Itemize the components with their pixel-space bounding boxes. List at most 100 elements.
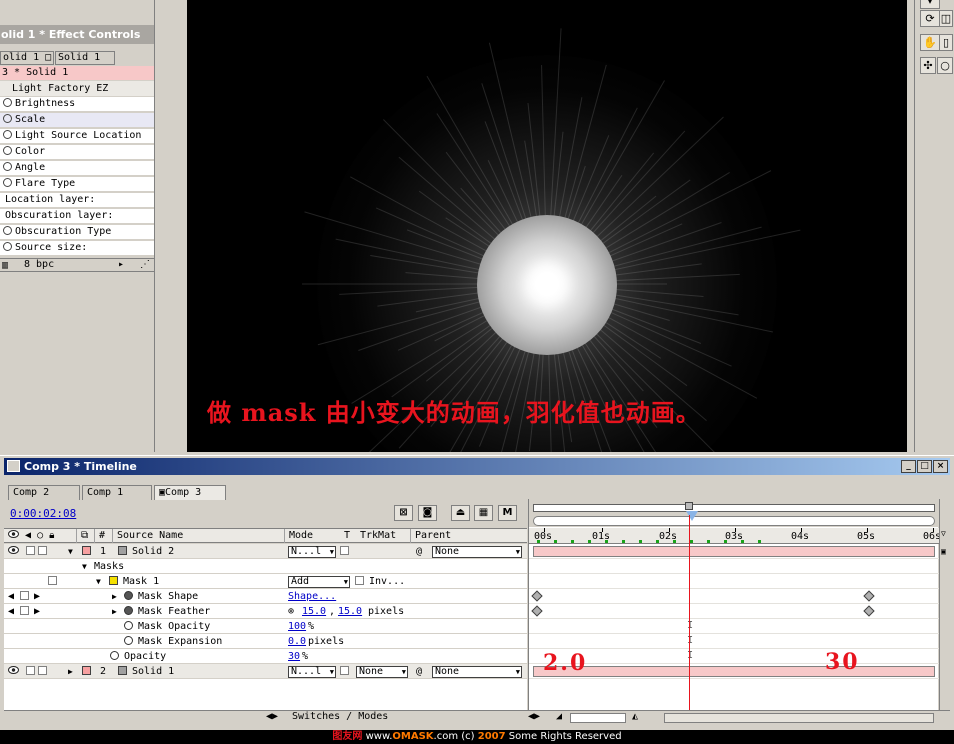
work-area-bar[interactable] bbox=[533, 504, 935, 512]
switches-modes-toggle[interactable]: Switches / Modes bbox=[292, 711, 388, 722]
mask-1-expand-icon[interactable]: ▼ bbox=[96, 574, 101, 589]
stopwatch-icon[interactable] bbox=[3, 162, 12, 171]
layer-2-name[interactable]: Solid 1 bbox=[132, 664, 174, 679]
layer-2-trkmat-select[interactable]: None bbox=[356, 666, 408, 678]
stopwatch-icon[interactable] bbox=[3, 178, 12, 187]
layer-1-parent-select[interactable]: None bbox=[432, 546, 522, 558]
mask-shape-stopwatch-icon[interactable] bbox=[124, 589, 133, 604]
pan-behind-tool-icon[interactable]: ✣ bbox=[920, 57, 936, 74]
stopwatch-icon[interactable] bbox=[3, 130, 12, 139]
mask-feather-add-keyframe[interactable] bbox=[20, 604, 29, 619]
time-navigator-bar[interactable] bbox=[533, 516, 935, 526]
mask-feather-link-icon[interactable]: ⊚ bbox=[288, 604, 294, 619]
timeline-horizontal-scrollbar[interactable] bbox=[664, 713, 934, 723]
comp-marker-icon[interactable]: ▽ bbox=[941, 529, 946, 538]
selection-tool-icon[interactable]: ▾ bbox=[920, 0, 940, 9]
tab-effect-controls-1[interactable]: olid 1 □ bbox=[0, 51, 54, 65]
mask-expansion-row[interactable]: Mask Expansion 0.0 pixels bbox=[4, 634, 527, 649]
layer-1-eye-icon[interactable] bbox=[8, 544, 19, 559]
masks-expand-icon[interactable]: ▼ bbox=[82, 559, 87, 574]
draft-3d-button[interactable]: ◙ bbox=[418, 505, 437, 521]
graph-row[interactable] bbox=[529, 589, 939, 604]
stopwatch-icon[interactable] bbox=[3, 114, 12, 123]
mask-opacity-stopwatch-icon[interactable] bbox=[124, 619, 133, 634]
graph-row[interactable] bbox=[529, 604, 939, 619]
keyframe-icon[interactable] bbox=[863, 605, 875, 617]
lock-icon[interactable]: 🔒︎ bbox=[49, 530, 54, 541]
mask-1-lock-toggle[interactable] bbox=[48, 574, 57, 589]
mask-feather-y-value[interactable]: 15.0 bbox=[338, 604, 362, 619]
solo-icon[interactable]: ○ bbox=[37, 530, 43, 541]
graph-row[interactable] bbox=[529, 544, 939, 559]
keyframe-icon[interactable] bbox=[531, 605, 543, 617]
label-header-icon[interactable]: ⧉ bbox=[76, 529, 88, 543]
tab-effect-controls-2[interactable]: Solid 1 bbox=[55, 51, 115, 65]
bpc-label[interactable]: 8 bpc bbox=[24, 259, 54, 270]
layer-1-name[interactable]: Solid 2 bbox=[132, 544, 174, 559]
expand-panes-icon[interactable]: ◀▶ bbox=[266, 711, 278, 722]
effect-property-row[interactable]: Obscuration layer: bbox=[0, 209, 154, 224]
graph-row[interactable]: I bbox=[529, 649, 939, 664]
orbit-tool-icon[interactable]: ◫ bbox=[939, 10, 953, 27]
time-ruler[interactable]: 00s 01s 02s 03s 04s 05s 06s bbox=[529, 528, 941, 544]
tab-comp-2[interactable]: Comp 2 bbox=[8, 485, 80, 500]
stopwatch-icon[interactable] bbox=[3, 98, 12, 107]
trkmat-header[interactable]: TrkMat bbox=[356, 529, 396, 543]
mask-opacity-value[interactable]: 100 bbox=[288, 619, 306, 634]
graph-row[interactable]: I bbox=[529, 634, 939, 649]
source-name-header[interactable]: Source Name bbox=[112, 529, 183, 543]
layer-2-solo-toggle[interactable] bbox=[38, 664, 47, 679]
mode-header[interactable]: Mode bbox=[284, 529, 313, 543]
mask-shape-prev-keyframe-icon[interactable]: ◀ bbox=[8, 589, 14, 604]
mask-shape-expand-icon[interactable]: ▶ bbox=[112, 589, 117, 604]
live-update-button[interactable]: ⊠ bbox=[394, 505, 413, 521]
mask-expansion-value[interactable]: 0.0 bbox=[288, 634, 306, 649]
effect-name[interactable]: Light Factory EZ bbox=[0, 81, 154, 96]
mask-feather-stopwatch-icon[interactable] bbox=[124, 604, 133, 619]
opacity-row[interactable]: Opacity 30 % bbox=[4, 649, 527, 664]
keyframe-icon[interactable] bbox=[863, 590, 875, 602]
opacity-value[interactable]: 30 bbox=[288, 649, 300, 664]
camera-tool-icon[interactable]: ▯ bbox=[939, 34, 953, 51]
layer-1-preserve-transparency[interactable] bbox=[340, 544, 349, 559]
mask-feather-row[interactable]: ◀ ▶ ▶ Mask Feather ⊚ 15.0 , 15.0 pixels bbox=[4, 604, 527, 619]
mask-opacity-row[interactable]: Mask Opacity 100 % bbox=[4, 619, 527, 634]
mask-1-label[interactable]: Mask 1 bbox=[123, 574, 159, 589]
mask-1-row[interactable]: ▼ Mask 1 Add Inv... bbox=[4, 574, 527, 589]
layer-1-label-color[interactable] bbox=[82, 544, 91, 559]
mask-1-mode-select[interactable]: Add bbox=[288, 576, 350, 588]
layer-2-preserve-transparency[interactable] bbox=[340, 664, 349, 679]
effect-property-row[interactable]: Obscuration Type bbox=[0, 225, 154, 240]
keyframe-icon[interactable] bbox=[531, 590, 543, 602]
layer-1-audio-toggle[interactable] bbox=[26, 544, 35, 559]
layer-2-parent-select[interactable]: None bbox=[432, 666, 522, 678]
current-time-display[interactable]: 0:00:02:08 bbox=[10, 507, 76, 520]
layer-duration-bar[interactable] bbox=[533, 666, 935, 677]
timeline-vertical-scrollbar[interactable]: ▽ ▣ bbox=[939, 499, 951, 711]
eye-icon[interactable] bbox=[8, 530, 19, 538]
close-icon[interactable]: □ bbox=[45, 52, 51, 63]
layer-2-eye-icon[interactable] bbox=[8, 664, 19, 679]
audio-icon[interactable]: ◀ bbox=[25, 530, 31, 541]
stopwatch-icon[interactable] bbox=[3, 146, 12, 155]
rotation-tool-icon[interactable]: ⟳ bbox=[920, 10, 940, 27]
layer-2-label-color[interactable] bbox=[82, 664, 91, 679]
mask-feather-expand-icon[interactable]: ▶ bbox=[112, 604, 117, 619]
layer-1-parent-pickwhip-icon[interactable]: @ bbox=[416, 544, 422, 559]
zoom-tool-icon[interactable]: ○ bbox=[937, 57, 953, 74]
layer-row-1[interactable]: ▼ 1 Solid 2 N...l @ None bbox=[4, 544, 527, 559]
effect-property-row[interactable]: Location layer: bbox=[0, 193, 154, 208]
effect-property-row[interactable]: Scale bbox=[0, 113, 154, 128]
effect-property-row[interactable]: Brightness bbox=[0, 97, 154, 112]
mask-1-color[interactable] bbox=[109, 574, 118, 589]
stopwatch-icon[interactable] bbox=[3, 242, 12, 251]
parent-header[interactable]: Parent bbox=[410, 529, 451, 543]
effect-property-row[interactable]: Source size: bbox=[0, 241, 154, 256]
panel-menu-icon[interactable]: ▥ bbox=[2, 260, 8, 271]
graph-row[interactable] bbox=[529, 574, 939, 589]
zoom-in-icon[interactable]: ◭ bbox=[632, 711, 638, 722]
minimize-button[interactable]: _ bbox=[901, 460, 916, 473]
effect-property-row[interactable]: Flare Type bbox=[0, 177, 154, 192]
zoom-slider[interactable] bbox=[570, 713, 626, 723]
masks-group-row[interactable]: ▼ Masks bbox=[4, 559, 527, 574]
